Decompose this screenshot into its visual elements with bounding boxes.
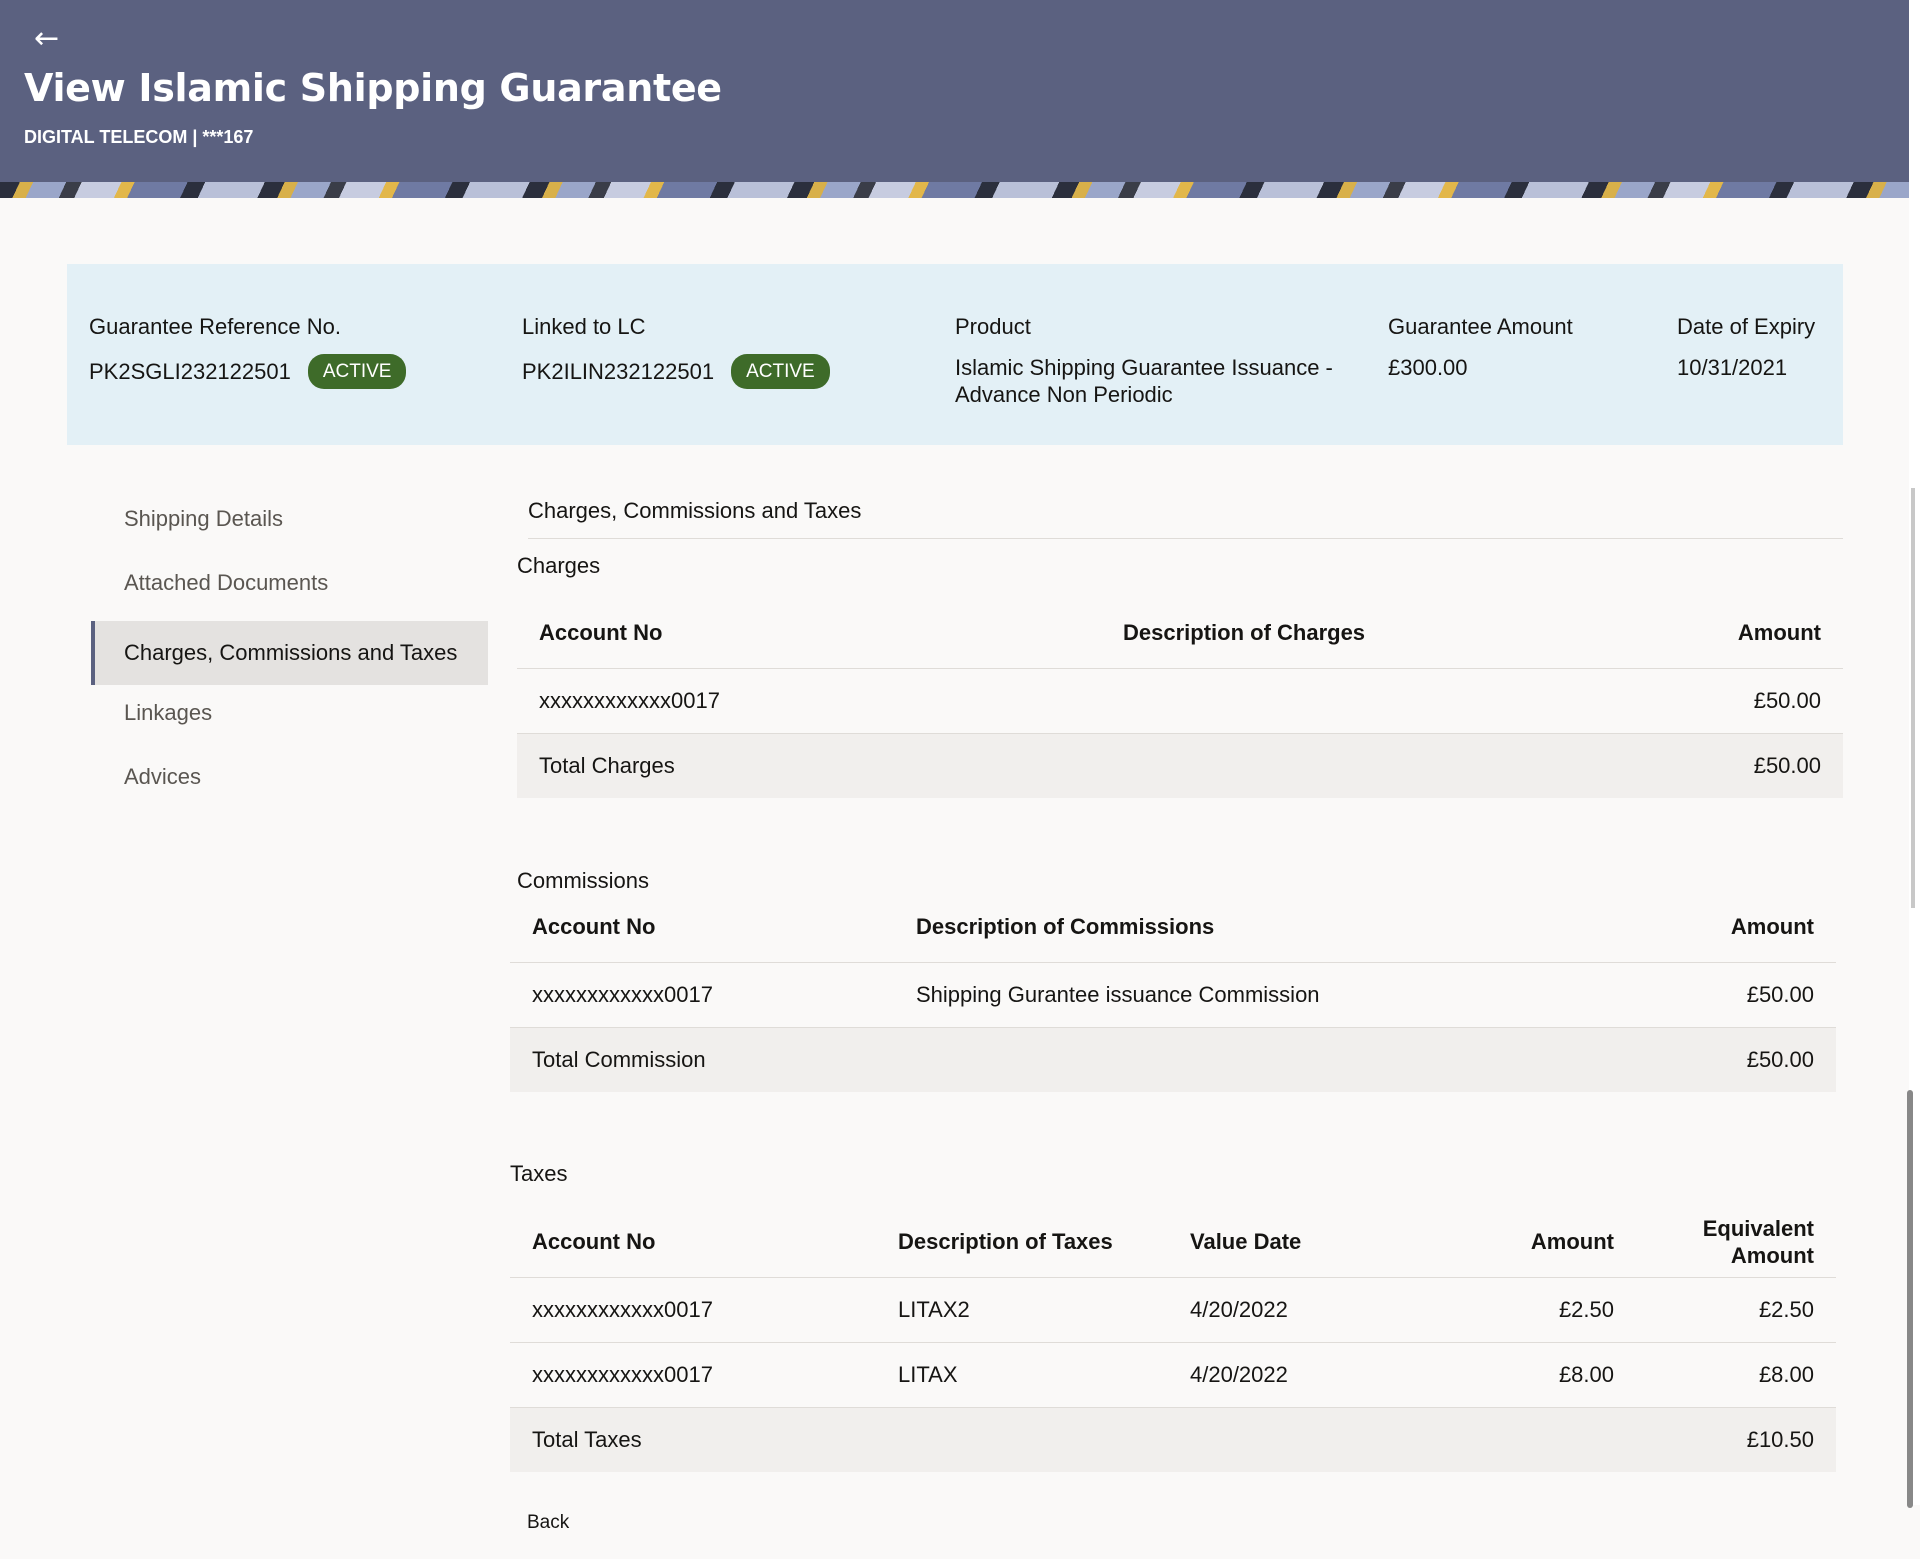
product-value-line2: Advance Non Periodic xyxy=(955,382,1173,407)
section-title: Charges, Commissions and Taxes xyxy=(528,498,1843,539)
equivalent-amount-cell: £8.00 xyxy=(1636,1342,1836,1408)
charges-table: Account No Description of Charges Amount… xyxy=(517,598,1843,798)
description-cell: Shipping Gurantee issuance Commission xyxy=(894,962,1572,1028)
linked-lc-label: Linked to LC xyxy=(522,314,646,339)
description-cell: LITAX xyxy=(876,1342,1168,1408)
table-row: xxxxxxxxxxxx0017 LITAX2 4/20/2022 £2.50 … xyxy=(510,1277,1836,1343)
amount-column: Guarantee Amount £300.00 xyxy=(1388,314,1573,381)
total-amount: £50.00 xyxy=(1579,733,1843,798)
total-row: Total Charges £50.00 xyxy=(517,733,1843,798)
page: ← View Islamic Shipping Guarantee DIGITA… xyxy=(0,0,1920,1559)
guarantee-amount-label: Guarantee Amount xyxy=(1388,314,1573,339)
page-header: ← View Islamic Shipping Guarantee DIGITA… xyxy=(0,0,1909,198)
expiry-label: Date of Expiry xyxy=(1677,314,1816,339)
back-button[interactable]: Back xyxy=(527,1512,569,1534)
sidebar-item-linkages[interactable]: Linkages xyxy=(91,687,488,751)
column-header-equivalent-amount: Equivalent Amount xyxy=(1636,1207,1836,1278)
table-row: xxxxxxxxxxxx0017 Shipping Gurantee issua… xyxy=(510,962,1836,1028)
sidebar-item-advices[interactable]: Advices xyxy=(91,751,488,815)
sidebar-item-shipping-details[interactable]: Shipping Details xyxy=(91,493,488,557)
column-header: Amount xyxy=(1572,892,1836,963)
scrollbar-thumb[interactable] xyxy=(1907,1090,1913,1508)
equivalent-amount-cell: £2.50 xyxy=(1636,1277,1836,1343)
description-cell xyxy=(1101,668,1579,734)
total-amount: £10.50 xyxy=(1636,1407,1836,1472)
charges-title: Charges xyxy=(517,553,601,578)
taxes-title: Taxes xyxy=(510,1161,568,1186)
amount-cell: £2.50 xyxy=(1422,1277,1636,1343)
column-header: Description of Taxes xyxy=(876,1207,1168,1278)
column-header: Amount xyxy=(1579,598,1843,669)
scrollbar-thumb[interactable] xyxy=(1911,488,1915,908)
reference-label: Guarantee Reference No. xyxy=(89,314,341,339)
column-header: Amount xyxy=(1422,1207,1636,1278)
empty-cell xyxy=(1168,1407,1422,1472)
taxes-table: Account No Description of Taxes Value Da… xyxy=(510,1207,1836,1472)
column-header: Value Date xyxy=(1168,1207,1422,1278)
page-title: View Islamic Shipping Guarantee xyxy=(24,66,722,110)
expiry-column: Date of Expiry 10/31/2021 xyxy=(1677,314,1815,381)
account-cell: xxxxxxxxxxxx0017 xyxy=(510,1342,876,1408)
arrow-left-icon[interactable]: ← xyxy=(34,24,64,54)
product-label: Product xyxy=(955,314,1031,339)
guarantee-amount-value: £300.00 xyxy=(1388,355,1468,380)
empty-cell xyxy=(894,1027,1572,1092)
amount-cell: £50.00 xyxy=(1579,668,1843,734)
column-header: Account No xyxy=(510,892,894,963)
account-cell: xxxxxxxxxxxx0017 xyxy=(510,1277,876,1343)
table-row: xxxxxxxxxxxx0017 £50.00 xyxy=(517,668,1843,734)
total-row: Total Commission £50.00 xyxy=(510,1027,1836,1092)
total-label: Total Charges xyxy=(517,733,1101,798)
total-label: Total Taxes xyxy=(510,1407,876,1472)
column-header: Description of Commissions xyxy=(894,892,1572,963)
product-value-line1: Islamic Shipping Guarantee Issuance - xyxy=(955,355,1333,380)
reference-value-row: PK2SGLI232122501 ACTIVE xyxy=(89,354,407,389)
table-header-row: Account No Description of Charges Amount xyxy=(517,598,1843,669)
header-text: Amount xyxy=(1730,1243,1814,1268)
total-row: Total Taxes £10.50 xyxy=(510,1407,1836,1472)
total-label: Total Commission xyxy=(510,1027,894,1092)
amount-cell: £50.00 xyxy=(1572,962,1836,1028)
empty-cell xyxy=(1101,733,1579,798)
linked-lc-value-row: PK2ILIN232122501 ACTIVE xyxy=(522,354,830,389)
column-header: Description of Charges xyxy=(1101,598,1579,669)
value-date-cell: 4/20/2022 xyxy=(1168,1277,1422,1343)
header-decorative-band xyxy=(0,182,1909,198)
sidebar-nav: Shipping Details Attached Documents Char… xyxy=(91,493,488,815)
account-cell: xxxxxxxxxxxx0017 xyxy=(510,962,894,1028)
value-date-cell: 4/20/2022 xyxy=(1168,1342,1422,1408)
commissions-table: Account No Description of Commissions Am… xyxy=(510,892,1836,1092)
empty-cell xyxy=(1422,1407,1636,1472)
sidebar-item-attached-documents[interactable]: Attached Documents xyxy=(91,557,488,621)
table-row: xxxxxxxxxxxx0017 LITAX 4/20/2022 £8.00 £… xyxy=(510,1342,1836,1408)
sidebar-item-charges-commissions-taxes[interactable]: Charges, Commissions and Taxes xyxy=(91,621,488,685)
description-cell: LITAX2 xyxy=(876,1277,1168,1343)
header-text: Equivalent xyxy=(1702,1216,1814,1241)
expiry-value: 10/31/2021 xyxy=(1677,355,1788,380)
commissions-title: Commissions xyxy=(517,868,650,893)
linked-lc-number: PK2ILIN232122501 xyxy=(522,359,715,384)
table-header-row: Account No Description of Taxes Value Da… xyxy=(510,1207,1836,1278)
account-cell: xxxxxxxxxxxx0017 xyxy=(517,668,1101,734)
table-header-row: Account No Description of Commissions Am… xyxy=(510,892,1836,963)
column-header: Account No xyxy=(510,1207,876,1278)
reference-number: PK2SGLI232122501 xyxy=(89,359,291,384)
column-header: Account No xyxy=(517,598,1101,669)
status-badge: ACTIVE xyxy=(307,354,407,389)
product-column: Product Islamic Shipping Guarantee Issua… xyxy=(955,314,1333,408)
guarantee-summary: Guarantee Reference No. PK2SGLI232122501… xyxy=(67,264,1843,445)
page-subtitle: DIGITAL TELECOM | ***167 xyxy=(24,127,254,147)
status-badge: ACTIVE xyxy=(731,354,830,389)
amount-cell: £8.00 xyxy=(1422,1342,1636,1408)
reference-column: Guarantee Reference No. PK2SGLI232122501… xyxy=(89,314,407,389)
linked-lc-column: Linked to LC PK2ILIN232122501 ACTIVE xyxy=(522,314,830,389)
total-amount: £50.00 xyxy=(1572,1027,1836,1092)
empty-cell xyxy=(876,1407,1168,1472)
